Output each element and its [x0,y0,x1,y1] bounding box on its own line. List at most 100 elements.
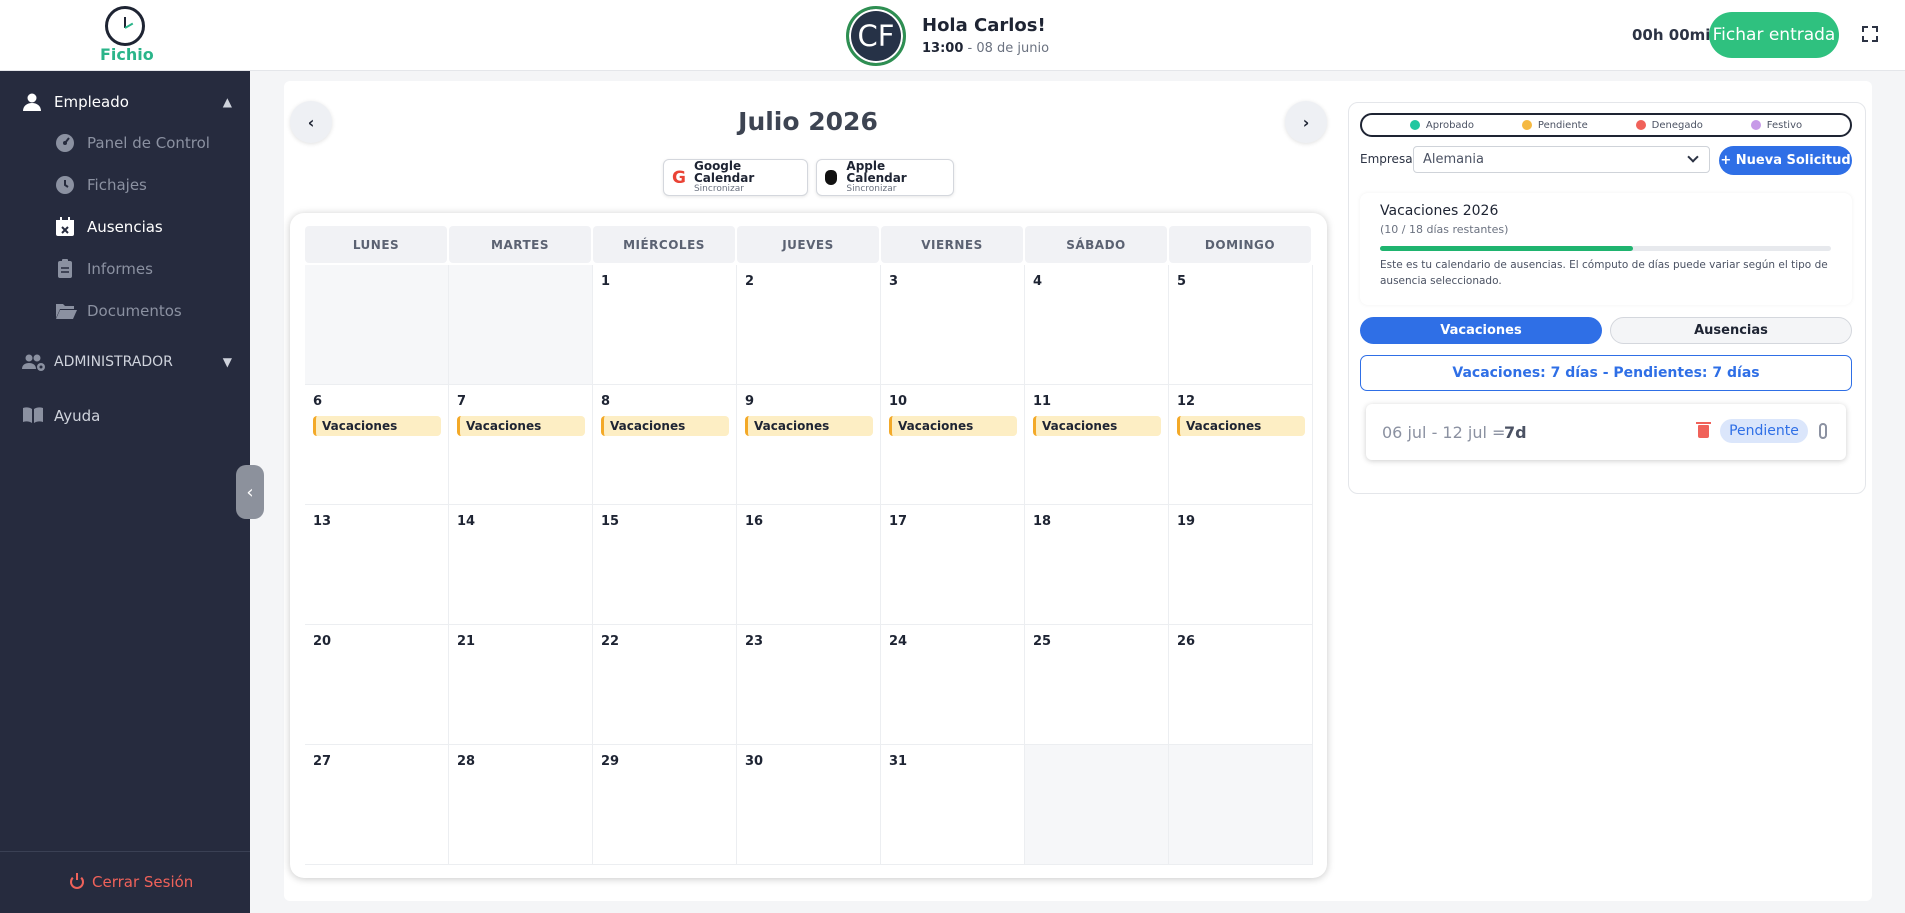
users-cog-icon [22,352,45,372]
fichio-logo[interactable]: Fichio [100,6,154,64]
legend-pending: Pendiente [1521,119,1588,131]
day-number: 25 [1033,634,1052,649]
sidebar-item-label: Fichajes [87,176,147,194]
sidebar-item-documentos[interactable]: Documentos [55,300,182,322]
vacation-progress-bar [1380,246,1831,251]
google-icon: G [672,167,686,188]
day-cell[interactable]: 14 [449,505,593,625]
dashboard-icon [55,133,75,153]
vacation-event[interactable]: Vacaciones [457,416,585,436]
day-number: 10 [889,394,908,409]
day-cell[interactable]: 28 [449,745,593,865]
day-cell[interactable]: 13 [305,505,449,625]
day-number: 9 [745,394,755,409]
day-cell[interactable]: 20 [305,625,449,745]
day-cell[interactable]: 3 [881,265,1025,385]
day-cell[interactable]: 26 [1169,625,1313,745]
logout-button[interactable]: Cerrar Sesión [70,873,193,891]
new-request-button[interactable]: + Nueva Solicitud [1719,146,1852,175]
day-number: 27 [313,754,332,769]
tab-absences[interactable]: Ausencias [1610,317,1852,344]
prev-month-button[interactable]: ‹ [290,101,332,143]
day-number: 26 [1177,634,1196,649]
day-number: 20 [313,634,332,649]
logo-text: Fichio [100,45,154,64]
trash-icon[interactable] [1696,422,1711,438]
sidebar-item-dashboard[interactable]: Panel de Control [55,132,210,154]
apple-calendar-sync-button[interactable]: Apple Calendar Sincronizar [816,159,954,196]
sidebar-item-fichajes[interactable]: Fichajes [55,174,147,196]
sidebar-item-help[interactable]: Ayuda [22,405,232,427]
day-cell[interactable]: 12 Vacaciones [1169,385,1313,505]
company-select[interactable]: Alemania [1413,146,1710,173]
sidebar-section-label: ADMINISTRADOR [54,354,173,370]
day-cell[interactable]: 11 Vacaciones [1025,385,1169,505]
vacation-event[interactable]: Vacaciones [889,416,1017,436]
day-cell[interactable]: 8 Vacaciones [593,385,737,505]
holiday-dot-icon [1750,120,1761,130]
clock-in-button[interactable]: Fichar entrada [1709,12,1839,58]
power-icon [70,873,84,889]
sync-subtitle: Sincronizar [846,184,897,194]
day-cell[interactable]: 2 [737,265,881,385]
sidebar-section-employee[interactable]: Empleado ▲ [22,91,232,113]
legend-label: Pendiente [1537,119,1588,131]
sidebar-item-ausencias[interactable]: Ausencias [55,216,163,238]
day-number: 6 [313,394,323,409]
clock-icon [55,175,75,195]
day-cell[interactable]: 4 [1025,265,1169,385]
sidebar-item-label: Panel de Control [87,134,210,152]
approved-dot-icon [1409,120,1420,130]
google-calendar-sync-button[interactable]: G Google Calendar Sincronizar [663,159,808,196]
empty-day-cell [305,265,449,385]
day-cell[interactable]: 15 [593,505,737,625]
day-cell[interactable]: 1 [593,265,737,385]
day-cell[interactable]: 27 [305,745,449,865]
day-cell[interactable]: 30 [737,745,881,865]
vacation-request-item[interactable]: 06 jul - 12 jul = 7d Pendiente [1366,404,1846,460]
vacation-event[interactable]: Vacaciones [745,416,873,436]
day-cell[interactable]: 6 Vacaciones [305,385,449,505]
day-cell[interactable]: 17 [881,505,1025,625]
day-cell[interactable]: 19 [1169,505,1313,625]
day-cell[interactable]: 23 [737,625,881,745]
day-cell[interactable]: 24 [881,625,1025,745]
day-cell[interactable]: 5 [1169,265,1313,385]
chevron-left-icon: ‹ [246,481,254,503]
vacation-progress-fill [1380,246,1633,251]
day-number: 13 [313,514,332,529]
day-cell[interactable]: 31 [881,745,1025,865]
day-cell[interactable]: 9 Vacaciones [737,385,881,505]
sidebar-item-informes[interactable]: Informes [55,258,153,280]
paperclip-icon[interactable] [1819,423,1827,439]
current-date: - 08 de junio [963,41,1050,56]
avatar[interactable]: CF [846,6,906,66]
weekday-header: MARTES [449,226,591,263]
day-cell[interactable]: 22 [593,625,737,745]
vacation-event[interactable]: Vacaciones [1177,416,1305,436]
day-number: 18 [1033,514,1052,529]
apple-icon [825,170,838,185]
sidebar-collapse-handle[interactable]: ‹ [236,465,264,519]
day-cell[interactable]: 25 [1025,625,1169,745]
sidebar-item-label: Documentos [87,302,182,320]
vacation-event[interactable]: Vacaciones [1033,416,1161,436]
sidebar-section-admin[interactable]: ADMINISTRADOR ▼ [22,351,232,373]
tab-vacations[interactable]: Vacaciones [1360,317,1602,344]
vacation-event[interactable]: Vacaciones [313,416,441,436]
fullscreen-icon[interactable] [1862,26,1878,42]
calendar-x-icon [55,217,75,237]
day-cell[interactable]: 21 [449,625,593,745]
day-number: 12 [1177,394,1196,409]
day-cell[interactable]: 16 [737,505,881,625]
day-cell[interactable]: 7 Vacaciones [449,385,593,505]
day-number: 15 [601,514,620,529]
sync-title: Apple Calendar [846,159,907,185]
day-cell[interactable]: 29 [593,745,737,865]
next-month-button[interactable]: › [1285,101,1327,143]
vacation-event[interactable]: Vacaciones [601,416,729,436]
day-cell[interactable]: 18 [1025,505,1169,625]
current-datetime: 13:00 - 08 de junio [922,41,1049,56]
day-cell[interactable]: 10 Vacaciones [881,385,1025,505]
weekday-header: VIERNES [881,226,1023,263]
